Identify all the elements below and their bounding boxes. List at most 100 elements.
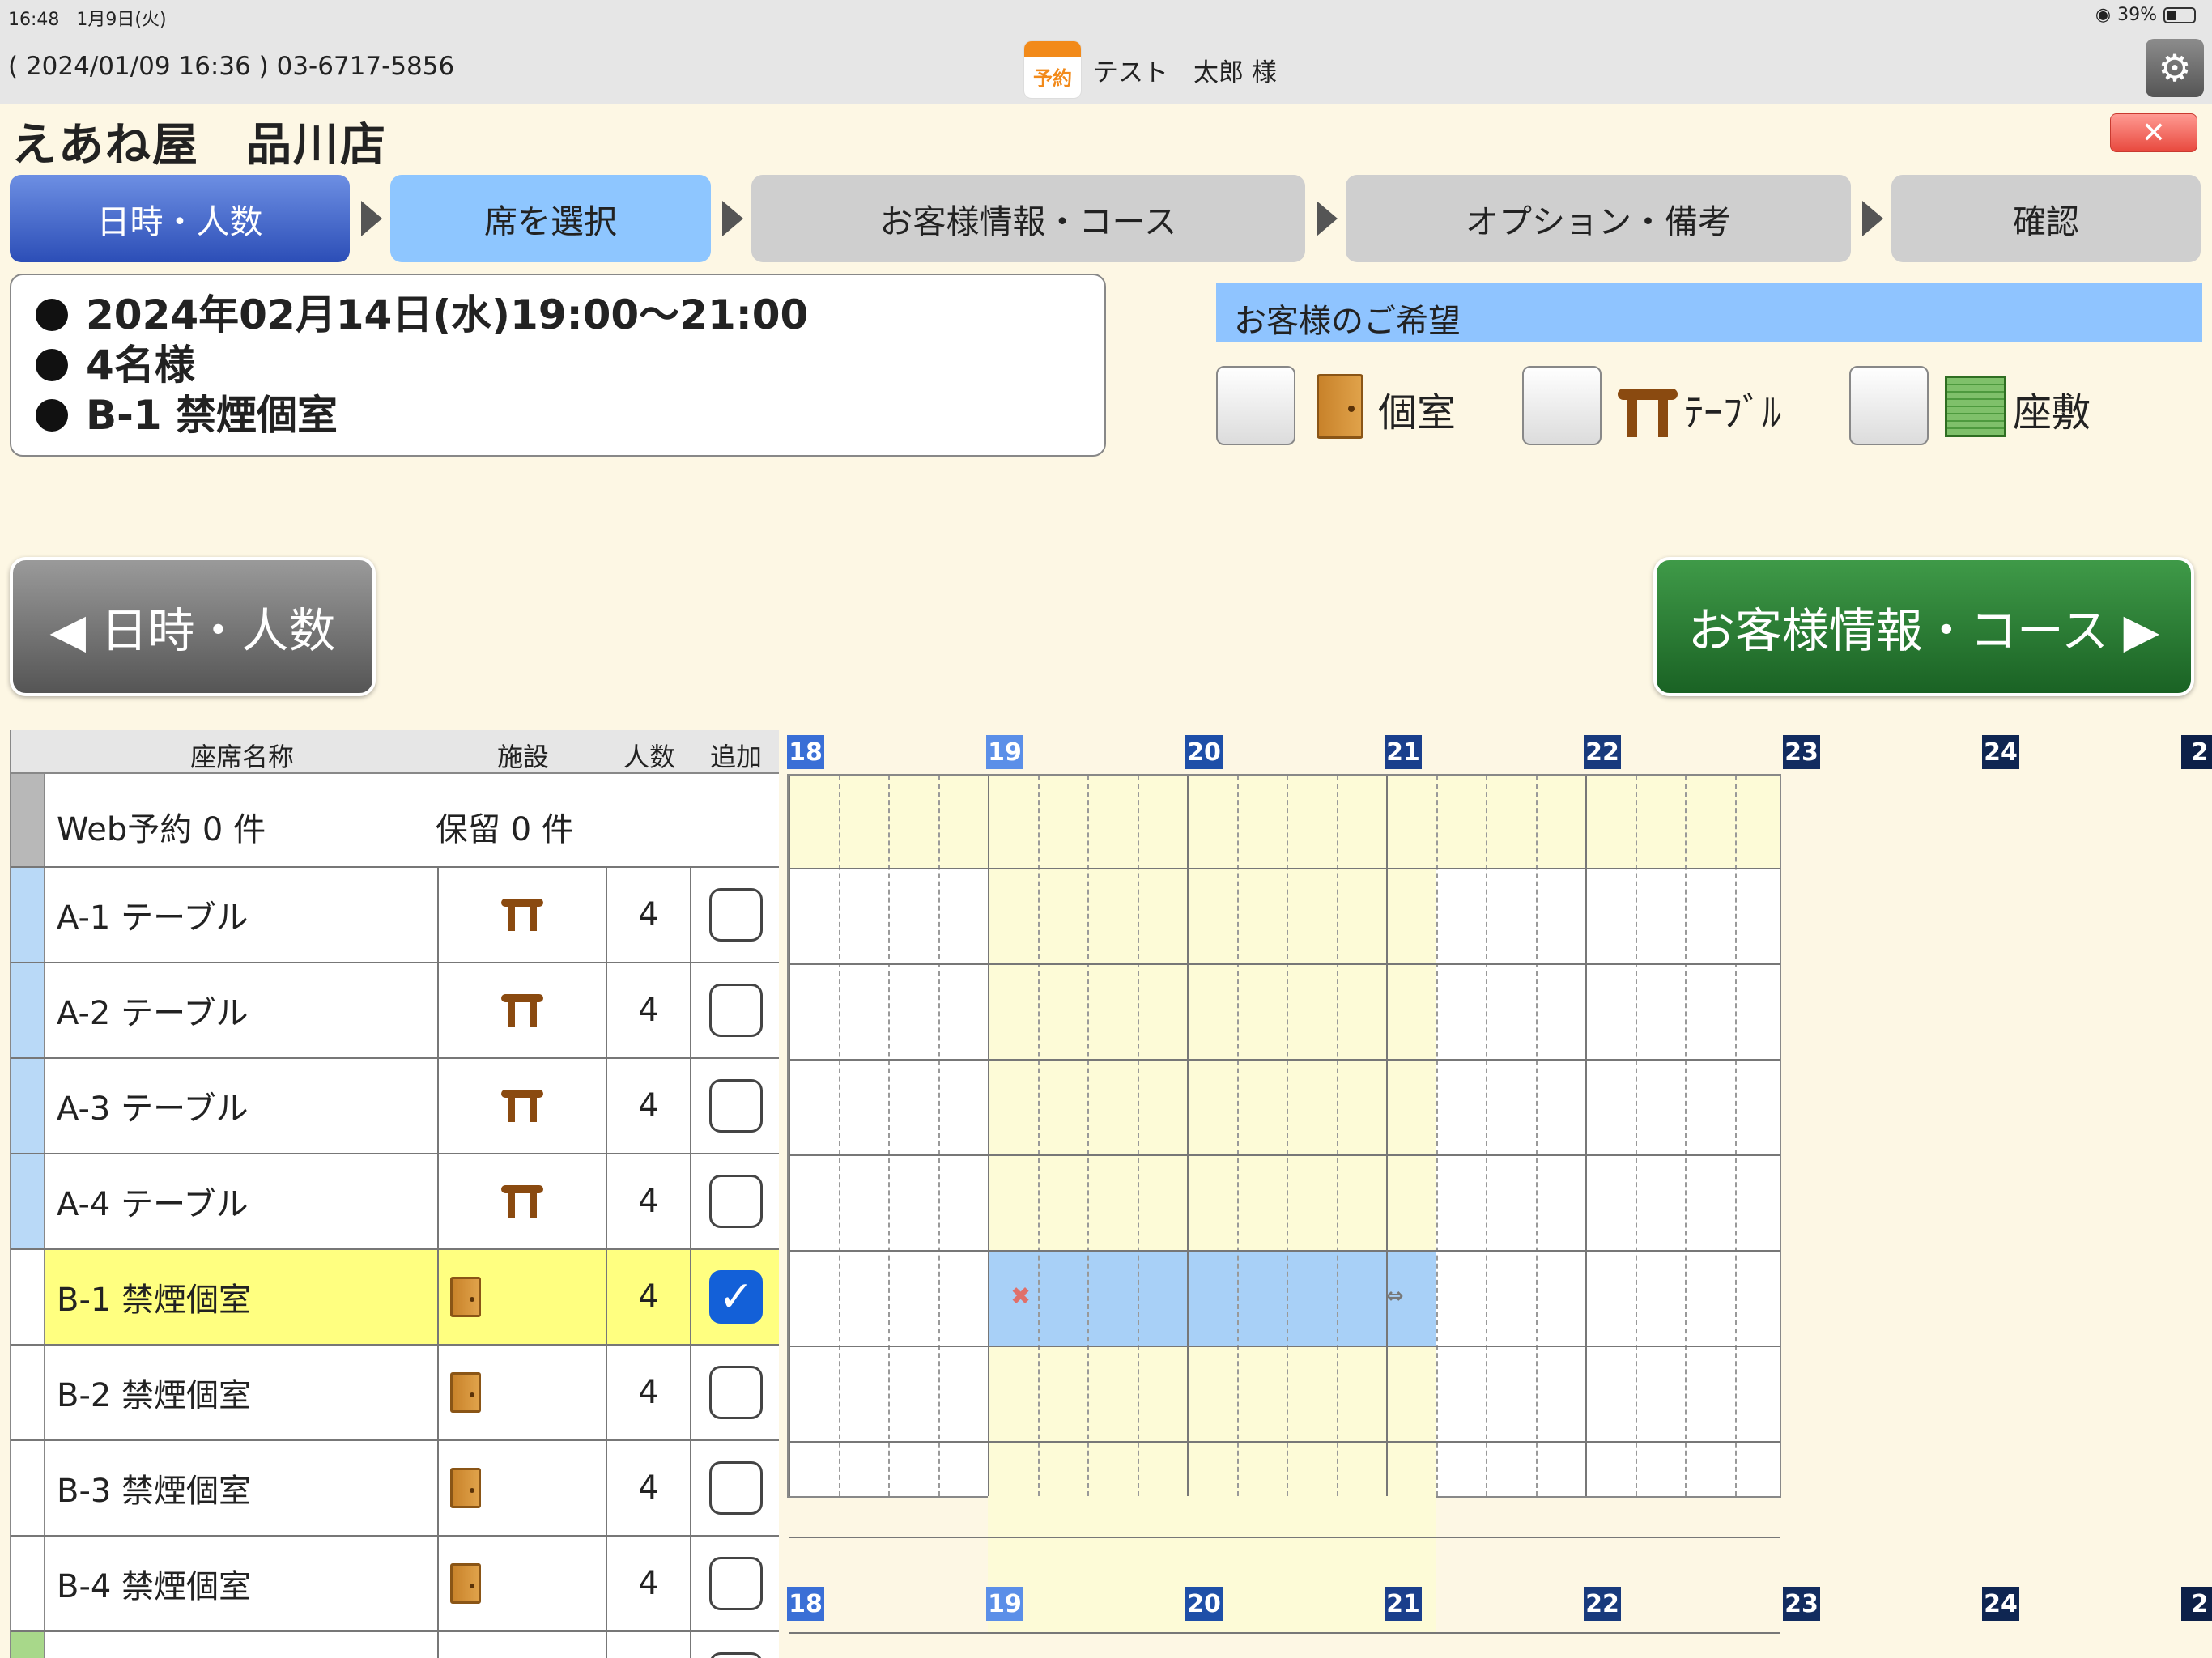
timeline-grid: ✖ ⇔ <box>787 774 1781 1634</box>
web-reservation-row[interactable]: Web予約 0 件 保留 0 件 <box>11 774 779 868</box>
seat-row-partial[interactable] <box>11 1632 779 1658</box>
quarter-gridline <box>1087 776 1089 1496</box>
add-seat-checkbox[interactable] <box>709 1557 763 1610</box>
row-gridline <box>789 1154 1780 1156</box>
shop-title: えあね屋 品川店 <box>11 119 387 172</box>
hour-label: 18 <box>787 735 824 769</box>
remove-booking-icon[interactable]: ✖ <box>1010 1282 1031 1311</box>
step-arrow-icon <box>1317 201 1338 236</box>
summary-people: 4名様 <box>36 340 1080 390</box>
seat-capacity: 4 <box>607 868 691 962</box>
seat-capacity: 4 <box>607 1250 691 1344</box>
quarter-gridline <box>1734 776 1737 1496</box>
hour-label: 18 <box>787 1587 824 1621</box>
add-seat-checkbox[interactable] <box>709 1175 763 1228</box>
seat-row[interactable]: B-3 禁煙個室 4 <box>11 1441 779 1537</box>
tatami-checkbox[interactable] <box>1849 366 1929 445</box>
hour-gridline <box>988 776 989 1496</box>
hour-label: 22 <box>1584 1587 1621 1621</box>
seat-row[interactable]: A-4 テーブル 4 <box>11 1154 779 1250</box>
add-seat-checkbox[interactable] <box>709 1079 763 1133</box>
quarter-gridline <box>1635 776 1637 1496</box>
seat-table: 座席名称 施設 人数 追加 Web予約 0 件 保留 0 件 A-1 テーブル 4… <box>10 730 779 1658</box>
seat-table-header: 座席名称 施設 人数 追加 <box>11 730 779 774</box>
row-gridline <box>789 1059 1780 1061</box>
step-confirm[interactable]: 確認 <box>1891 175 2201 262</box>
table-icon <box>1618 389 1678 437</box>
quarter-gridline <box>838 776 840 1496</box>
facility-cell <box>439 868 607 962</box>
hour-label: 21 <box>1385 1587 1422 1621</box>
row-gridline <box>789 1250 1780 1252</box>
seat-row[interactable]: B-2 禁煙個室 4 <box>11 1346 779 1441</box>
add-cell <box>691 963 779 1057</box>
hour-gridline <box>1187 776 1189 1496</box>
table-icon <box>501 1185 543 1218</box>
status-right: ◉ 39% <box>2095 5 2196 25</box>
seat-name: A-4 テーブル <box>45 1154 439 1248</box>
quarter-gridline <box>938 776 940 1496</box>
hour-gridline <box>1585 776 1587 1496</box>
hour-gridline <box>789 776 790 1496</box>
quarter-gridline <box>1336 776 1338 1496</box>
table-icon <box>501 994 543 1027</box>
seat-capacity: 4 <box>607 1059 691 1153</box>
settings-gear-icon[interactable]: ⚙ <box>2146 39 2204 97</box>
seat-row[interactable]: A-2 テーブル 4 <box>11 963 779 1059</box>
user-name: テスト 太郎 様 <box>1093 57 1277 87</box>
seat-row[interactable]: B-1 禁煙個室 4 ✓ <box>11 1250 779 1346</box>
add-cell <box>691 1441 779 1535</box>
add-seat-checkbox[interactable] <box>709 1652 763 1658</box>
contact-info: ( 2024/01/09 16:36 ) 03-6717-5856 <box>8 52 455 81</box>
seat-row[interactable]: A-3 テーブル 4 <box>11 1059 779 1154</box>
row-gridline <box>789 1441 1780 1443</box>
row-gridline <box>789 868 1780 869</box>
add-cell <box>691 1346 779 1439</box>
seat-capacity: 4 <box>607 963 691 1057</box>
row-gridline <box>789 1632 1780 1634</box>
step-options[interactable]: オプション・備考 <box>1346 175 1851 262</box>
hour-gridline <box>1386 776 1388 1496</box>
add-cell <box>691 1537 779 1630</box>
resize-handle-icon[interactable]: ⇔ <box>1386 1284 1404 1308</box>
add-seat-checkbox[interactable] <box>709 888 763 942</box>
private-room-checkbox[interactable] <box>1216 366 1295 445</box>
seat-capacity: 4 <box>607 1441 691 1535</box>
add-seat-checkbox[interactable] <box>709 1366 763 1419</box>
add-seat-checkbox[interactable] <box>709 984 763 1037</box>
seat-name: A-3 テーブル <box>45 1059 439 1153</box>
quarter-gridline <box>1535 776 1538 1496</box>
add-cell <box>691 1059 779 1153</box>
bullet-icon <box>36 299 68 331</box>
seat-name: B-2 禁煙個室 <box>45 1346 439 1439</box>
quarter-gridline <box>888 776 890 1496</box>
seat-name: A-2 テーブル <box>45 963 439 1057</box>
quarter-gridline <box>1486 776 1487 1496</box>
battery-icon <box>2163 6 2196 23</box>
seat-name: B-4 禁煙個室 <box>45 1537 439 1630</box>
step-arrow-icon <box>722 201 743 236</box>
back-button[interactable]: ◀ 日時・人数 <box>10 557 376 696</box>
header-facility: 施設 <box>496 742 549 772</box>
step-select-seat[interactable]: 席を選択 <box>390 175 711 262</box>
add-seat-checkbox[interactable]: ✓ <box>709 1270 763 1324</box>
next-button[interactable]: お客様情報・コース ▶ <box>1653 557 2194 696</box>
seat-row[interactable]: A-1 テーブル 4 <box>11 868 779 963</box>
hour-label: 2 <box>2181 735 2212 769</box>
facility-cell <box>439 1059 607 1153</box>
close-button[interactable]: ✕ <box>2110 113 2197 152</box>
hour-label: 24 <box>1982 735 2019 769</box>
add-cell: ✓ <box>691 1250 779 1344</box>
step-datetime[interactable]: 日時・人数 <box>10 175 350 262</box>
booking-block[interactable]: ✖ ⇔ <box>988 1252 1436 1347</box>
summary-seat: B-1 禁煙個室 <box>36 390 1080 440</box>
bullet-icon <box>36 399 68 432</box>
seat-row[interactable]: B-4 禁煙個室 4 <box>11 1537 779 1632</box>
row-gridline <box>789 963 1780 965</box>
step-customer-info[interactable]: お客様情報・コース <box>751 175 1305 262</box>
add-seat-checkbox[interactable] <box>709 1461 763 1515</box>
quarter-gridline <box>1037 776 1040 1496</box>
seat-capacity: 4 <box>607 1154 691 1248</box>
header-seat-name: 座席名称 <box>189 742 294 772</box>
table-checkbox[interactable] <box>1522 366 1602 445</box>
